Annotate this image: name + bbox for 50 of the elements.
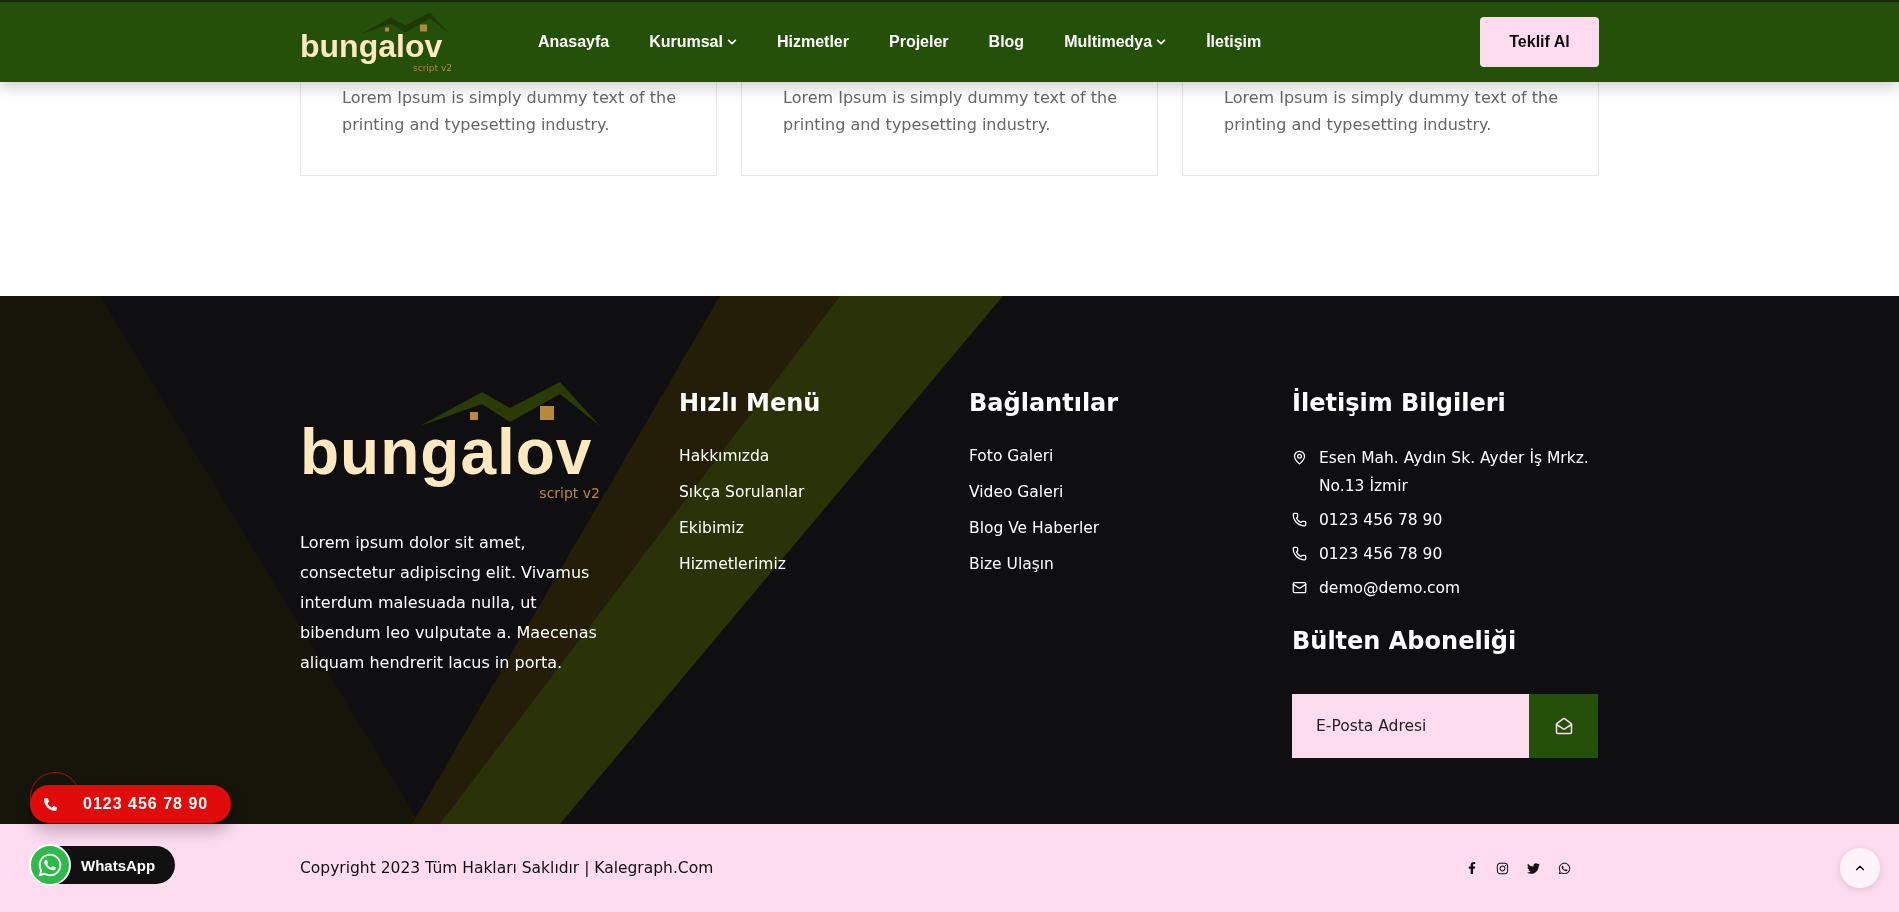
roof-icon bbox=[420, 382, 600, 428]
logo-tagline: script v2 bbox=[413, 63, 452, 73]
whatsapp-icon[interactable] bbox=[1558, 861, 1571, 875]
footer-link[interactable]: Video Galeri bbox=[969, 480, 1064, 504]
newsletter-title: Bülten Aboneliği bbox=[1292, 626, 1517, 656]
facebook-icon[interactable] bbox=[1466, 861, 1478, 875]
call-button[interactable]: 0123 456 78 90 bbox=[30, 785, 231, 823]
chevron-down-icon bbox=[726, 37, 737, 47]
email-field[interactable]: E-Posta Adresi bbox=[1292, 694, 1529, 758]
nav-link[interactable]: Projeler bbox=[889, 33, 949, 51]
contact-text: demo@demo.com bbox=[1319, 578, 1461, 599]
copyright-text: Copyright 2023 Tüm Hakları Saklıdır | Kalegraph.Com bbox=[300, 859, 714, 877]
footer-link[interactable]: Sıkça Sorulanlar bbox=[679, 480, 805, 504]
footer-link[interactable]: Blog Ve Haberler bbox=[969, 516, 1100, 540]
nav-link[interactable]: Blog bbox=[988, 33, 1025, 51]
column-title: İletişim Bilgileri bbox=[1292, 388, 1506, 418]
contact-text: 0123 456 78 90 bbox=[1319, 510, 1443, 531]
nav-link[interactable]: Hizmetler bbox=[776, 33, 849, 51]
footer-link[interactable]: Hakkımızda bbox=[679, 444, 770, 468]
card-text: Lorem Ipsum is simply dummy text of the printing and typesetting industry. bbox=[1224, 87, 1560, 136]
nav-link[interactable]: Kurumsal bbox=[649, 33, 737, 51]
column-title: Bağlantılar bbox=[969, 388, 1119, 418]
mail-icon bbox=[1292, 580, 1307, 595]
nav-link[interactable]: İletişim bbox=[1206, 33, 1262, 51]
phone-icon bbox=[44, 797, 57, 811]
card-text: Lorem Ipsum is simply dummy text of the printing and typesetting industry. bbox=[342, 87, 678, 136]
subscribe-button[interactable] bbox=[1529, 694, 1598, 758]
map-pin-icon bbox=[1292, 450, 1307, 465]
envelope-icon bbox=[1554, 717, 1573, 735]
quote-button[interactable]: Teklif Al bbox=[1480, 17, 1599, 67]
whatsapp-button[interactable]: WhatsApp bbox=[30, 846, 175, 884]
logo-wordmark: bungalov bbox=[300, 29, 443, 62]
nav-link[interactable]: Multimedya bbox=[1064, 33, 1167, 51]
nav-link[interactable]: Anasayfa bbox=[538, 33, 610, 51]
contact-text: 0123 456 78 90 bbox=[1319, 544, 1443, 565]
contact-text: Esen Mah. Aydın Sk. Ayder İş Mrkz. No.13 İzmir bbox=[1319, 447, 1589, 497]
phone-icon bbox=[1292, 512, 1307, 527]
chevron-down-icon bbox=[1156, 37, 1167, 47]
footer-link[interactable]: Bize Ulaşın bbox=[969, 552, 1054, 576]
instagram-icon[interactable] bbox=[1496, 861, 1509, 875]
twitter-icon[interactable] bbox=[1527, 861, 1540, 875]
footer-link[interactable]: Ekibimiz bbox=[679, 516, 744, 540]
phone-icon bbox=[1292, 546, 1307, 561]
column-title: Hızlı Menü bbox=[679, 388, 821, 418]
footer-link[interactable]: Foto Galeri bbox=[969, 444, 1054, 468]
card-text: Lorem Ipsum is simply dummy text of the printing and typesetting industry. bbox=[783, 87, 1119, 136]
footer-link[interactable]: Hizmetlerimiz bbox=[679, 552, 786, 576]
about-text: Lorem ipsum dolor sit amet, consectetur adipiscing elit. Vivamus interdum malesuada nulla, ut bibendum leo vulputate a. Maecenas aliquam hendrerit lacus in porta. bbox=[300, 532, 598, 674]
logo-tagline: script v2 bbox=[539, 486, 600, 500]
roof-icon bbox=[360, 11, 450, 36]
